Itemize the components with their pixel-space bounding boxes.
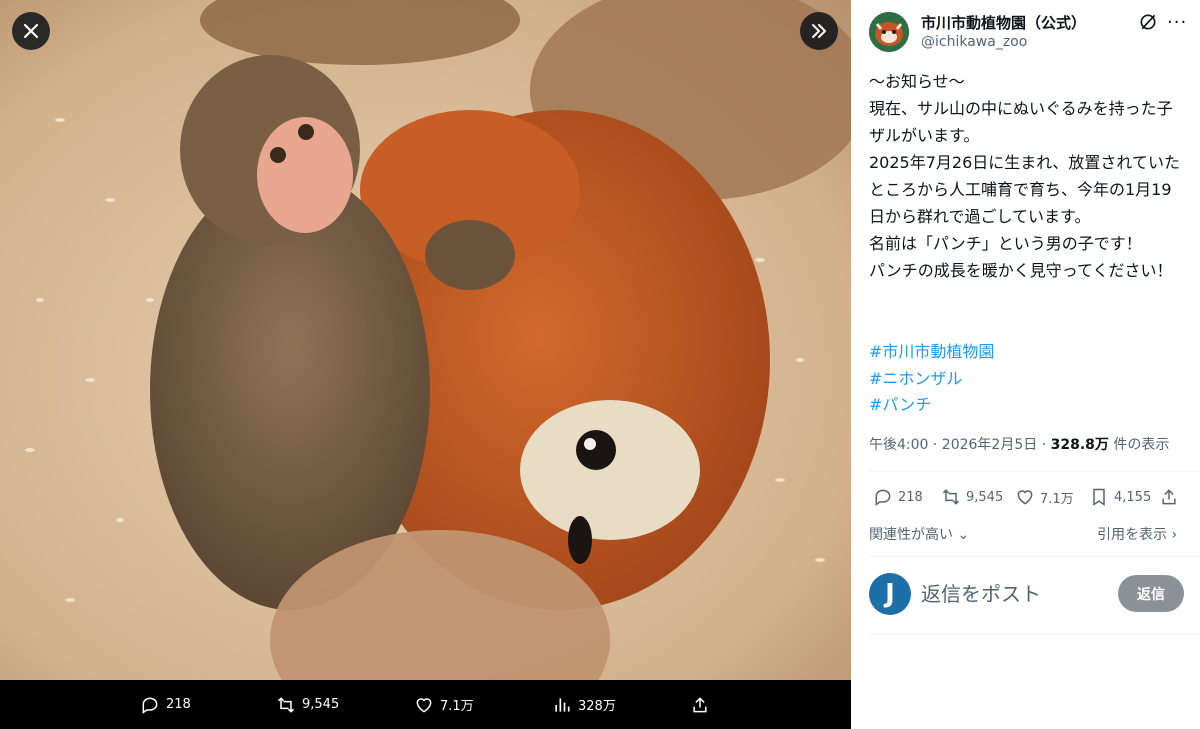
like-button[interactable]: 7.1万 — [1015, 487, 1074, 507]
share-icon — [693, 696, 707, 712]
media-reply-button[interactable]: 218 — [140, 680, 191, 729]
divider — [869, 634, 1200, 635]
media-viewer: 218 9,545 7.1万 328万 — [0, 0, 851, 729]
tweet-action-bar: 218 9,545 7.1万 4,155 — [869, 487, 1187, 511]
close-button[interactable] — [12, 12, 50, 50]
account-handle[interactable]: @ichikawa_zoo — [921, 34, 1027, 50]
chevron-down-icon: ⌄ — [953, 527, 970, 543]
repost-count: 9,545 — [966, 489, 1004, 505]
share-button[interactable] — [1159, 487, 1179, 507]
tweet-timestamp[interactable]: 午後4:00 · 2026年2月5日 · — [869, 437, 1051, 453]
tweet-line: 名前は「パンチ」という男の子です！ — [869, 234, 1142, 253]
hashtag-link[interactable]: #ニホンザル — [869, 366, 994, 393]
chevron-double-right-icon — [812, 24, 826, 38]
repost-icon — [942, 489, 960, 505]
tweet-line: 現在、サル山の中にぬいぐるみを持った子ザルがいます。 — [869, 99, 1173, 145]
analytics-icon — [555, 697, 570, 712]
tweet-text: 〜お知らせ〜 現在、サル山の中にぬいぐるみを持った子ザルがいます。 2025年7… — [869, 68, 1187, 284]
close-icon — [23, 23, 39, 39]
heart-icon — [1017, 490, 1033, 505]
media-views-count: 328万 — [578, 699, 616, 714]
reply-button[interactable]: 218 — [873, 487, 923, 507]
media-reply-count: 218 — [166, 697, 191, 712]
reply-submit-button[interactable]: 返信 — [1118, 575, 1184, 612]
media-repost-count: 9,545 — [302, 697, 340, 712]
view-quotes-link[interactable]: 引用を表示 › — [1097, 524, 1177, 544]
more-icon[interactable]: ··· — [1167, 12, 1191, 33]
reply-icon — [142, 697, 158, 714]
tweet-photo — [0, 0, 851, 680]
red-panda-logo-icon — [869, 12, 909, 52]
divider — [869, 556, 1200, 557]
account-avatar[interactable] — [869, 12, 909, 52]
tweet-line: 〜お知らせ〜 — [869, 72, 965, 91]
reply-input[interactable]: 返信をポスト — [921, 578, 1041, 607]
reply-sort-dropdown[interactable]: 関連性が高い ⌄ — [869, 524, 969, 544]
share-icon — [1162, 489, 1176, 505]
tweet-views-suffix: 件の表示 — [1108, 437, 1170, 453]
tweet-line: パンチの成長を暖かく見守ってください！ — [869, 261, 1173, 280]
reply-count: 218 — [898, 489, 923, 505]
divider — [869, 471, 1200, 472]
media-views-button[interactable]: 328万 — [552, 680, 616, 729]
chevron-right-icon: › — [1167, 527, 1178, 543]
heart-icon — [416, 697, 432, 713]
hashtag-link[interactable]: #パンチ — [869, 392, 994, 419]
bookmark-count: 4,155 — [1114, 489, 1152, 505]
reply-icon — [875, 489, 891, 506]
view-quotes-label: 引用を表示 — [1097, 527, 1167, 543]
tweet-meta: 午後4:00 · 2026年2月5日 · 328.8万 件の表示 — [869, 434, 1169, 454]
user-avatar[interactable]: J — [869, 573, 911, 615]
tweet-view-count: 328.8万 — [1050, 437, 1109, 453]
repost-icon — [277, 696, 295, 713]
bookmark-icon — [1093, 488, 1105, 506]
account-display-name[interactable]: 市川市動植物園（公式） — [921, 12, 1086, 33]
hashtag-link[interactable]: #市川市動植物園 — [869, 339, 994, 366]
reply-sort-label: 関連性が高い — [869, 527, 953, 543]
repost-button[interactable]: 9,545 — [941, 487, 1003, 507]
grok-icon[interactable] — [1138, 12, 1158, 32]
like-count: 7.1万 — [1040, 491, 1074, 507]
post-panel: 市川市動植物園（公式） @ichikawa_zoo ··· 〜お知らせ〜 現在、… — [851, 0, 1200, 729]
bookmark-button[interactable]: 4,155 — [1089, 487, 1151, 507]
media-like-count: 7.1万 — [440, 699, 474, 714]
tweet-line: 2025年7月26日に生まれ、放置されていたところから人工哺育で育ち、今年の1月… — [869, 153, 1180, 226]
media-share-button[interactable] — [690, 680, 710, 729]
media-repost-button[interactable]: 9,545 — [276, 680, 339, 729]
media-action-bar: 218 9,545 7.1万 328万 — [0, 680, 851, 729]
media-like-button[interactable]: 7.1万 — [414, 680, 474, 729]
expand-panel-button[interactable] — [800, 12, 838, 50]
hashtag-list: #市川市動植物園 #ニホンザル #パンチ — [869, 339, 994, 419]
